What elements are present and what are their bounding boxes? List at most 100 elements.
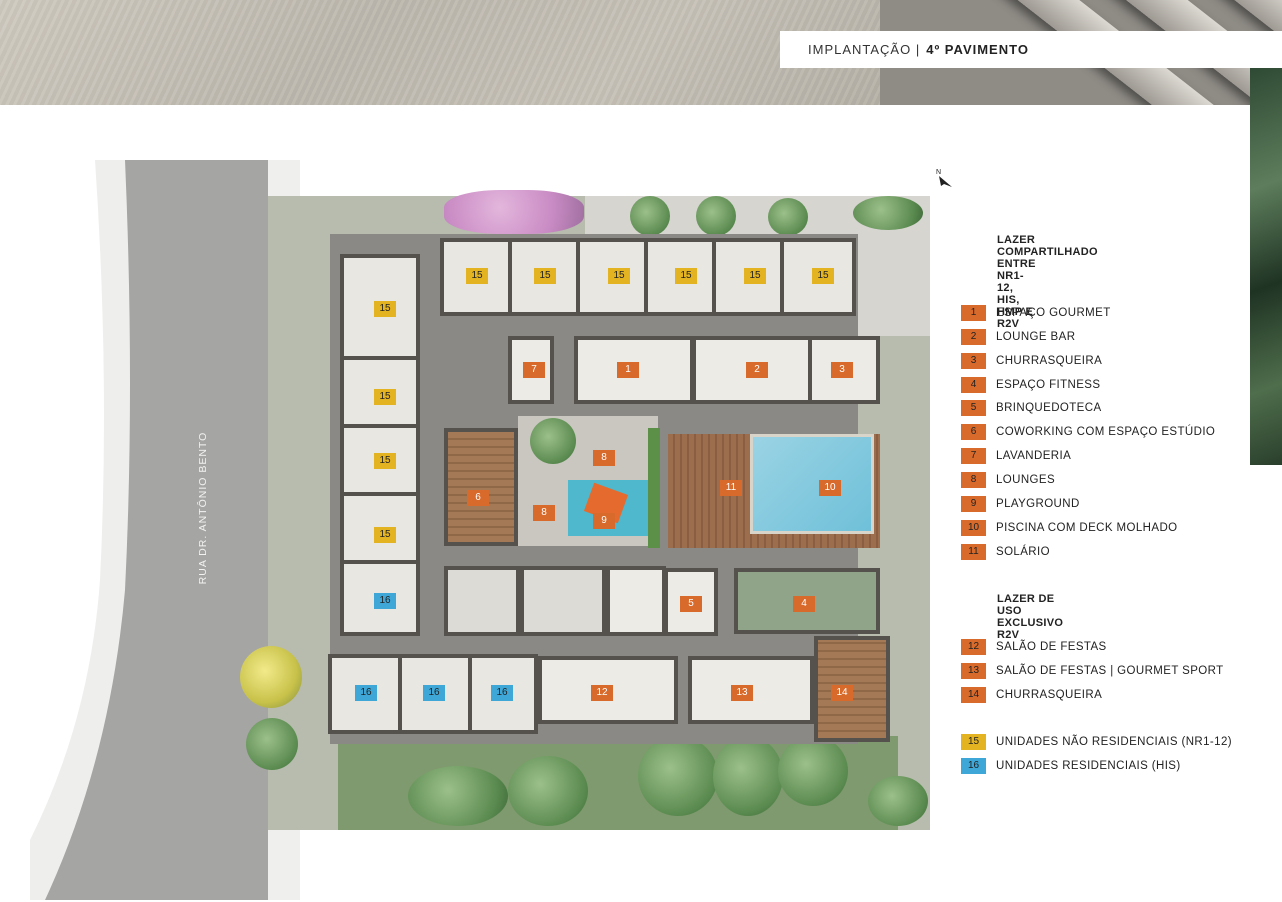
badge-unit: 15 [744,268,766,284]
legend-number: 8 [961,472,986,488]
legend-number: 10 [961,520,986,536]
badge-area: 3 [831,362,853,378]
tree [768,198,808,236]
badge-area: 1 [617,362,639,378]
planter [648,428,660,548]
page-title-bold: 4º PAVIMENTO [926,42,1029,57]
legend-number: 15 [961,734,986,750]
room-coworking [444,428,518,546]
legend-number: 9 [961,496,986,512]
restrooms [606,566,666,636]
yellow-tree [240,646,302,708]
legend-item: 7 LAVANDERIA [961,448,1071,464]
legend-item: 2 LOUNGE BAR [961,329,1075,345]
stone-texture-banner [0,0,880,105]
tree [853,196,923,230]
badge-unit: 15 [608,268,630,284]
stairs-core [444,566,520,636]
legend-label: PISCINA COM DECK MOLHADO [996,522,1178,534]
legend-number: 1 [961,305,986,321]
badge-area: 8 [593,450,615,466]
svg-text:N: N [936,169,941,176]
badge-area: 11 [720,480,742,496]
badge-unit: 15 [374,527,396,543]
badge-area: 6 [467,490,489,506]
legend-number: 16 [961,758,986,774]
legend-label: LOUNGE BAR [996,331,1076,343]
badge-area: 4 [793,596,815,612]
page-title-light: IMPLANTAÇÃO | [808,42,921,57]
tree [246,718,298,770]
legend-label: ESPAÇO FITNESS [996,379,1101,391]
courtyard-tree [530,418,576,464]
legend-number: 7 [961,448,986,464]
pool [750,434,874,534]
legend-label: COWORKING COM ESPAÇO ESTÚDIO [996,426,1216,438]
pink-tree [444,190,584,234]
badge-area: 14 [831,685,853,701]
legend-shared-title-1: LAZER COMPARTILHADO [997,234,1098,258]
tree [408,766,508,826]
badge-area: 13 [731,685,753,701]
badge-area: 7 [523,362,545,378]
tree [868,776,928,826]
badge-unit: 15 [675,268,697,284]
badge-area: 12 [591,685,613,701]
legend-label: SALÃO DE FESTAS [996,641,1107,653]
legend-number: 2 [961,329,986,345]
legend-label: LAVANDERIA [996,450,1072,462]
legend-label: PLAYGROUND [996,498,1080,510]
legend-number: 5 [961,400,986,416]
badge-unit: 16 [374,593,396,609]
street [0,160,310,900]
legend-item: 14 CHURRASQUEIRA [961,687,1102,703]
legend-item: 12 SALÃO DE FESTAS [961,639,1107,655]
badge-area: 9 [593,513,615,529]
legend-number: 6 [961,424,986,440]
legend-label: UNIDADES NÃO RESIDENCIAIS (NR1-12) [996,736,1232,748]
badge-area: 2 [746,362,768,378]
legend-number: 11 [961,544,986,560]
legend-item: 6 COWORKING COM ESPAÇO ESTÚDIO [961,424,1215,440]
badge-unit: 15 [534,268,556,284]
badge-unit: 15 [374,389,396,405]
right-terrace [853,236,930,336]
legend-item: 8 LOUNGES [961,472,1055,488]
leaves-decoration [1250,68,1282,465]
legend-item: 16 UNIDADES RESIDENCIAIS (HIS) [961,758,1181,774]
legend-exclusive-title: LAZER DE USO EXCLUSIVO R2V [997,593,1064,641]
badge-unit: 16 [491,685,513,701]
legend-label: LOUNGES [996,474,1056,486]
legend-label: CHURRASQUEIRA [996,355,1103,367]
badge-unit: 15 [374,453,396,469]
legend-item: 5 BRINQUEDOTECA [961,400,1102,416]
legend-label: UNIDADES RESIDENCIAIS (HIS) [996,760,1181,772]
legend-label: CHURRASQUEIRA [996,689,1103,701]
badge-area: 8 [533,505,555,521]
badge-unit: 15 [812,268,834,284]
legend-label: ESPAÇO GOURMET [996,307,1111,319]
legend-item: 10 PISCINA COM DECK MOLHADO [961,520,1178,536]
tree [508,756,588,826]
north-arrow-icon: N [935,167,955,189]
legend-number: 14 [961,687,986,703]
legend-label: BRINQUEDOTECA [996,402,1102,414]
tree [778,736,848,806]
street-name: RUA DR. ANTÔNIO BENTO [197,431,209,585]
badge-unit: 15 [374,301,396,317]
badge-unit: 16 [355,685,377,701]
badge-unit: 15 [466,268,488,284]
badge-area: 10 [819,480,841,496]
legend-item: 11 SOLÁRIO [961,544,1050,560]
tree [638,736,718,816]
tree [713,736,783,816]
legend-item: 9 PLAYGROUND [961,496,1080,512]
legend-number: 13 [961,663,986,679]
tree [696,196,736,236]
badge-area: 5 [680,596,702,612]
legend-item: 3 CHURRASQUEIRA [961,353,1102,369]
legend-number: 12 [961,639,986,655]
badge-unit: 16 [423,685,445,701]
legend-item: 13 SALÃO DE FESTAS | GOURMET SPORT [961,663,1224,679]
legend-item: 15 UNIDADES NÃO RESIDENCIAIS (NR1-12) [961,734,1232,750]
